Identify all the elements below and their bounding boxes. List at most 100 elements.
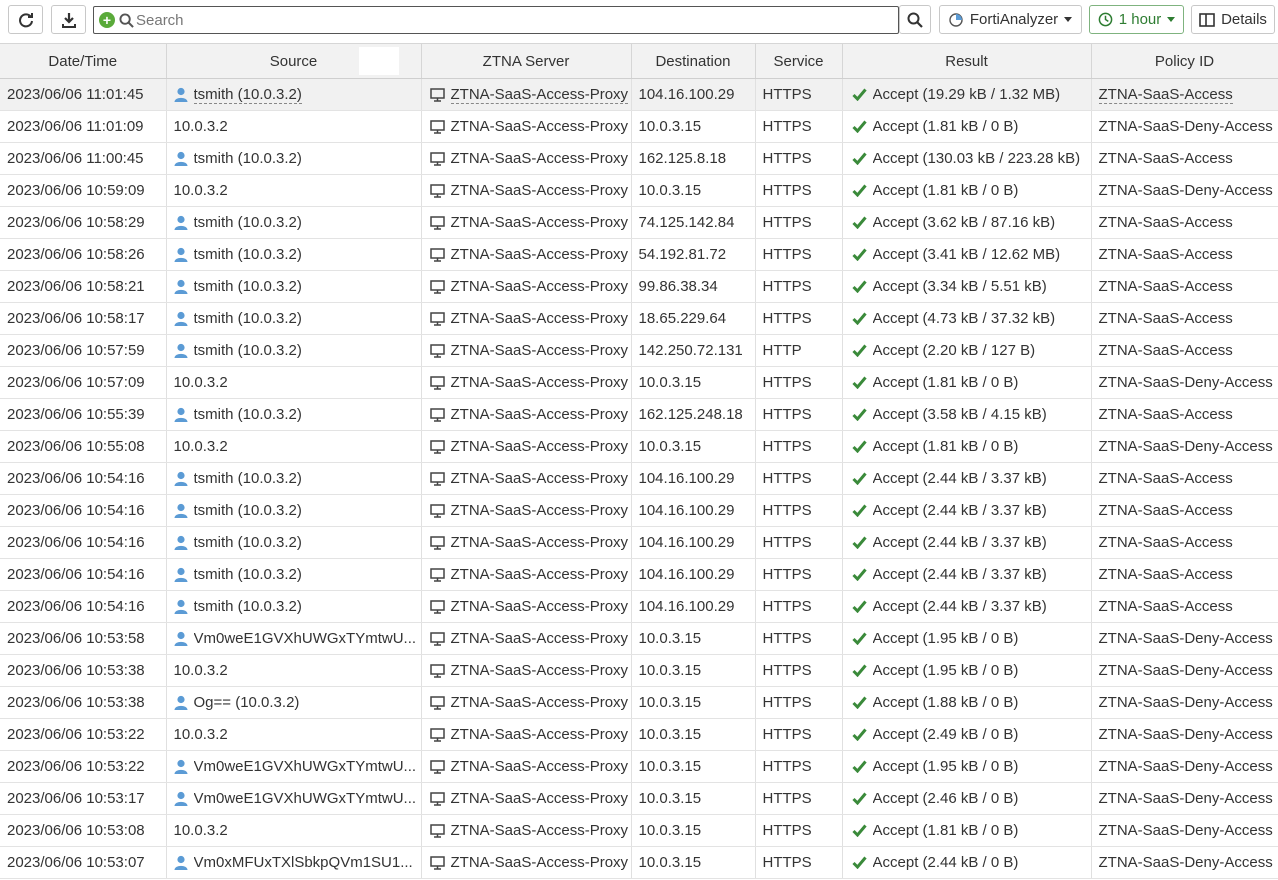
policy-link[interactable]: ZTNA-SaaS-Access [1099, 246, 1233, 263]
server-value: ZTNA-SaaS-Access-Proxy [450, 182, 629, 199]
table-row[interactable]: 2023/06/06 10:54:16 tsmith (10.0.3.2) ZT… [0, 526, 1278, 559]
policy-link[interactable]: ZTNA-SaaS-Deny-Access [1099, 726, 1273, 743]
cell-datetime: 2023/06/06 10:58:29 [0, 206, 167, 239]
cell-service: HTTPS [755, 750, 843, 783]
cell-service: HTTPS [755, 174, 843, 207]
search-input[interactable] [136, 9, 876, 31]
column-header-service[interactable]: Service [755, 43, 843, 79]
cell-datetime: 2023/06/06 11:00:45 [0, 142, 167, 175]
table-row[interactable]: 2023/06/06 10:54:16 tsmith (10.0.3.2) ZT… [0, 462, 1278, 495]
table-row[interactable]: 2023/06/06 10:58:29 tsmith (10.0.3.2) ZT… [0, 206, 1278, 239]
table-row[interactable]: 2023/06/06 10:53:38 10.0.3.2 ZTNA-SaaS-A… [0, 654, 1278, 687]
column-header-result[interactable]: Result [842, 43, 1092, 79]
policy-link[interactable]: ZTNA-SaaS-Access [1099, 534, 1233, 551]
table-row[interactable]: 2023/06/06 10:54:16 tsmith (10.0.3.2) ZT… [0, 590, 1278, 623]
table-row[interactable]: 2023/06/06 10:53:58 Vm0weE1GVXhUWGxTYmtw… [0, 622, 1278, 655]
table-row[interactable]: 2023/06/06 10:53:08 10.0.3.2 ZTNA-SaaS-A… [0, 814, 1278, 847]
policy-link[interactable]: ZTNA-SaaS-Deny-Access [1099, 630, 1273, 647]
policy-link[interactable]: ZTNA-SaaS-Access [1099, 598, 1233, 615]
cell-service: HTTPS [755, 462, 843, 495]
policy-link[interactable]: ZTNA-SaaS-Access [1099, 150, 1233, 167]
cell-ztna-server: ZTNA-SaaS-Access-Proxy [421, 110, 632, 143]
cell-source: 10.0.3.2 [166, 654, 422, 687]
cell-source: tsmith (10.0.3.2) [166, 270, 422, 303]
cell-source: Vm0weE1GVXhUWGxTYmtwU... [166, 782, 422, 815]
policy-link[interactable]: ZTNA-SaaS-Access [1099, 406, 1233, 423]
server-icon [429, 311, 445, 326]
policy-link[interactable]: ZTNA-SaaS-Deny-Access [1099, 438, 1273, 455]
table-row[interactable]: 2023/06/06 10:58:17 tsmith (10.0.3.2) ZT… [0, 302, 1278, 335]
table-row[interactable]: 2023/06/06 10:53:22 10.0.3.2 ZTNA-SaaS-A… [0, 718, 1278, 751]
policy-link[interactable]: ZTNA-SaaS-Access [1099, 214, 1233, 231]
server-icon [429, 791, 445, 806]
table-row[interactable]: 2023/06/06 11:00:45 tsmith (10.0.3.2) ZT… [0, 142, 1278, 175]
column-header-destination[interactable]: Destination [631, 43, 756, 79]
result-value: Accept (2.44 kB / 3.37 kB) [872, 566, 1047, 583]
table-row[interactable]: 2023/06/06 10:57:59 tsmith (10.0.3.2) ZT… [0, 334, 1278, 367]
refresh-button[interactable] [8, 5, 43, 34]
server-value: ZTNA-SaaS-Access-Proxy [450, 598, 629, 615]
policy-link[interactable]: ZTNA-SaaS-Access [1099, 278, 1233, 295]
check-icon [851, 216, 867, 229]
table-row[interactable]: 2023/06/06 10:55:08 10.0.3.2 ZTNA-SaaS-A… [0, 430, 1278, 463]
source-value: tsmith (10.0.3.2) [193, 150, 302, 167]
column-header-ztna-server[interactable]: ZTNA Server [421, 43, 632, 79]
server-value: ZTNA-SaaS-Access-Proxy [450, 694, 629, 711]
result-value: Accept (1.81 kB / 0 B) [872, 118, 1019, 135]
search-submit-button[interactable] [899, 5, 931, 34]
policy-link[interactable]: ZTNA-SaaS-Access [1099, 342, 1233, 359]
policy-link[interactable]: ZTNA-SaaS-Access [1099, 566, 1233, 583]
table-row[interactable]: 2023/06/06 11:01:09 10.0.3.2 ZTNA-SaaS-A… [0, 110, 1278, 143]
server-icon [429, 855, 445, 870]
download-button[interactable] [51, 5, 86, 34]
policy-link[interactable]: ZTNA-SaaS-Deny-Access [1099, 822, 1273, 839]
table-row[interactable]: 2023/06/06 10:54:16 tsmith (10.0.3.2) ZT… [0, 558, 1278, 591]
cell-service: HTTPS [755, 846, 843, 879]
user-icon [174, 247, 188, 262]
cell-datetime: 2023/06/06 10:58:26 [0, 238, 167, 271]
column-header-policy-id[interactable]: Policy ID [1091, 43, 1278, 79]
policy-link[interactable]: ZTNA-SaaS-Access [1099, 470, 1233, 487]
table-row[interactable]: 2023/06/06 10:53:22 Vm0weE1GVXhUWGxTYmtw… [0, 750, 1278, 783]
table-row[interactable]: 2023/06/06 10:59:09 10.0.3.2 ZTNA-SaaS-A… [0, 174, 1278, 207]
policy-link[interactable]: ZTNA-SaaS-Deny-Access [1099, 790, 1273, 807]
cell-result: Accept (1.88 kB / 0 B) [842, 686, 1092, 719]
cell-result: Accept (1.95 kB / 0 B) [842, 622, 1092, 655]
server-icon [429, 215, 445, 230]
policy-link[interactable]: ZTNA-SaaS-Deny-Access [1099, 694, 1273, 711]
source-value: tsmith (10.0.3.2) [193, 214, 302, 231]
policy-link[interactable]: ZTNA-SaaS-Deny-Access [1099, 182, 1273, 199]
table-row[interactable]: 2023/06/06 10:58:21 tsmith (10.0.3.2) ZT… [0, 270, 1278, 303]
table-row[interactable]: 2023/06/06 10:53:38 Og== (10.0.3.2) ZTNA… [0, 686, 1278, 719]
table-row[interactable]: 2023/06/06 10:53:07 Vm0xMFUxTXlSbkpQVm1S… [0, 846, 1278, 879]
cell-service: HTTPS [755, 430, 843, 463]
server-icon [429, 183, 445, 198]
table-row[interactable]: 2023/06/06 11:01:45 tsmith (10.0.3.2) ZT… [0, 78, 1278, 111]
policy-link[interactable]: ZTNA-SaaS-Deny-Access [1099, 118, 1273, 135]
cell-source: tsmith (10.0.3.2) [166, 206, 422, 239]
log-source-dropdown[interactable]: FortiAnalyzer [939, 5, 1082, 34]
table-row[interactable]: 2023/06/06 10:57:09 10.0.3.2 ZTNA-SaaS-A… [0, 366, 1278, 399]
policy-link[interactable]: ZTNA-SaaS-Deny-Access [1099, 854, 1273, 871]
details-button[interactable]: Details [1191, 5, 1275, 34]
result-value: Accept (2.49 kB / 0 B) [872, 726, 1019, 743]
cell-destination: 54.192.81.72 [631, 238, 756, 271]
server-value: ZTNA-SaaS-Access-Proxy [450, 534, 629, 551]
table-row[interactable]: 2023/06/06 10:55:39 tsmith (10.0.3.2) ZT… [0, 398, 1278, 431]
policy-link[interactable]: ZTNA-SaaS-Access [1099, 310, 1233, 327]
table-row[interactable]: 2023/06/06 10:54:16 tsmith (10.0.3.2) ZT… [0, 494, 1278, 527]
add-filter-icon[interactable]: + [99, 12, 115, 28]
column-header-source[interactable]: Source [166, 43, 422, 79]
policy-link[interactable]: ZTNA-SaaS-Deny-Access [1099, 758, 1273, 775]
policy-link[interactable]: ZTNA-SaaS-Access [1099, 502, 1233, 519]
table-row[interactable]: 2023/06/06 10:58:26 tsmith (10.0.3.2) ZT… [0, 238, 1278, 271]
column-header-datetime[interactable]: Date/Time [0, 43, 167, 79]
check-icon [851, 792, 867, 805]
policy-link[interactable]: ZTNA-SaaS-Deny-Access [1099, 374, 1273, 391]
policy-link[interactable]: ZTNA-SaaS-Deny-Access [1099, 662, 1273, 679]
table-row[interactable]: 2023/06/06 10:53:17 Vm0weE1GVXhUWGxTYmtw… [0, 782, 1278, 815]
server-value: ZTNA-SaaS-Access-Proxy [450, 342, 629, 359]
server-value: ZTNA-SaaS-Access-Proxy [450, 85, 629, 104]
time-range-dropdown[interactable]: 1 hour [1089, 5, 1184, 34]
policy-link[interactable]: ZTNA-SaaS-Access [1098, 86, 1233, 104]
